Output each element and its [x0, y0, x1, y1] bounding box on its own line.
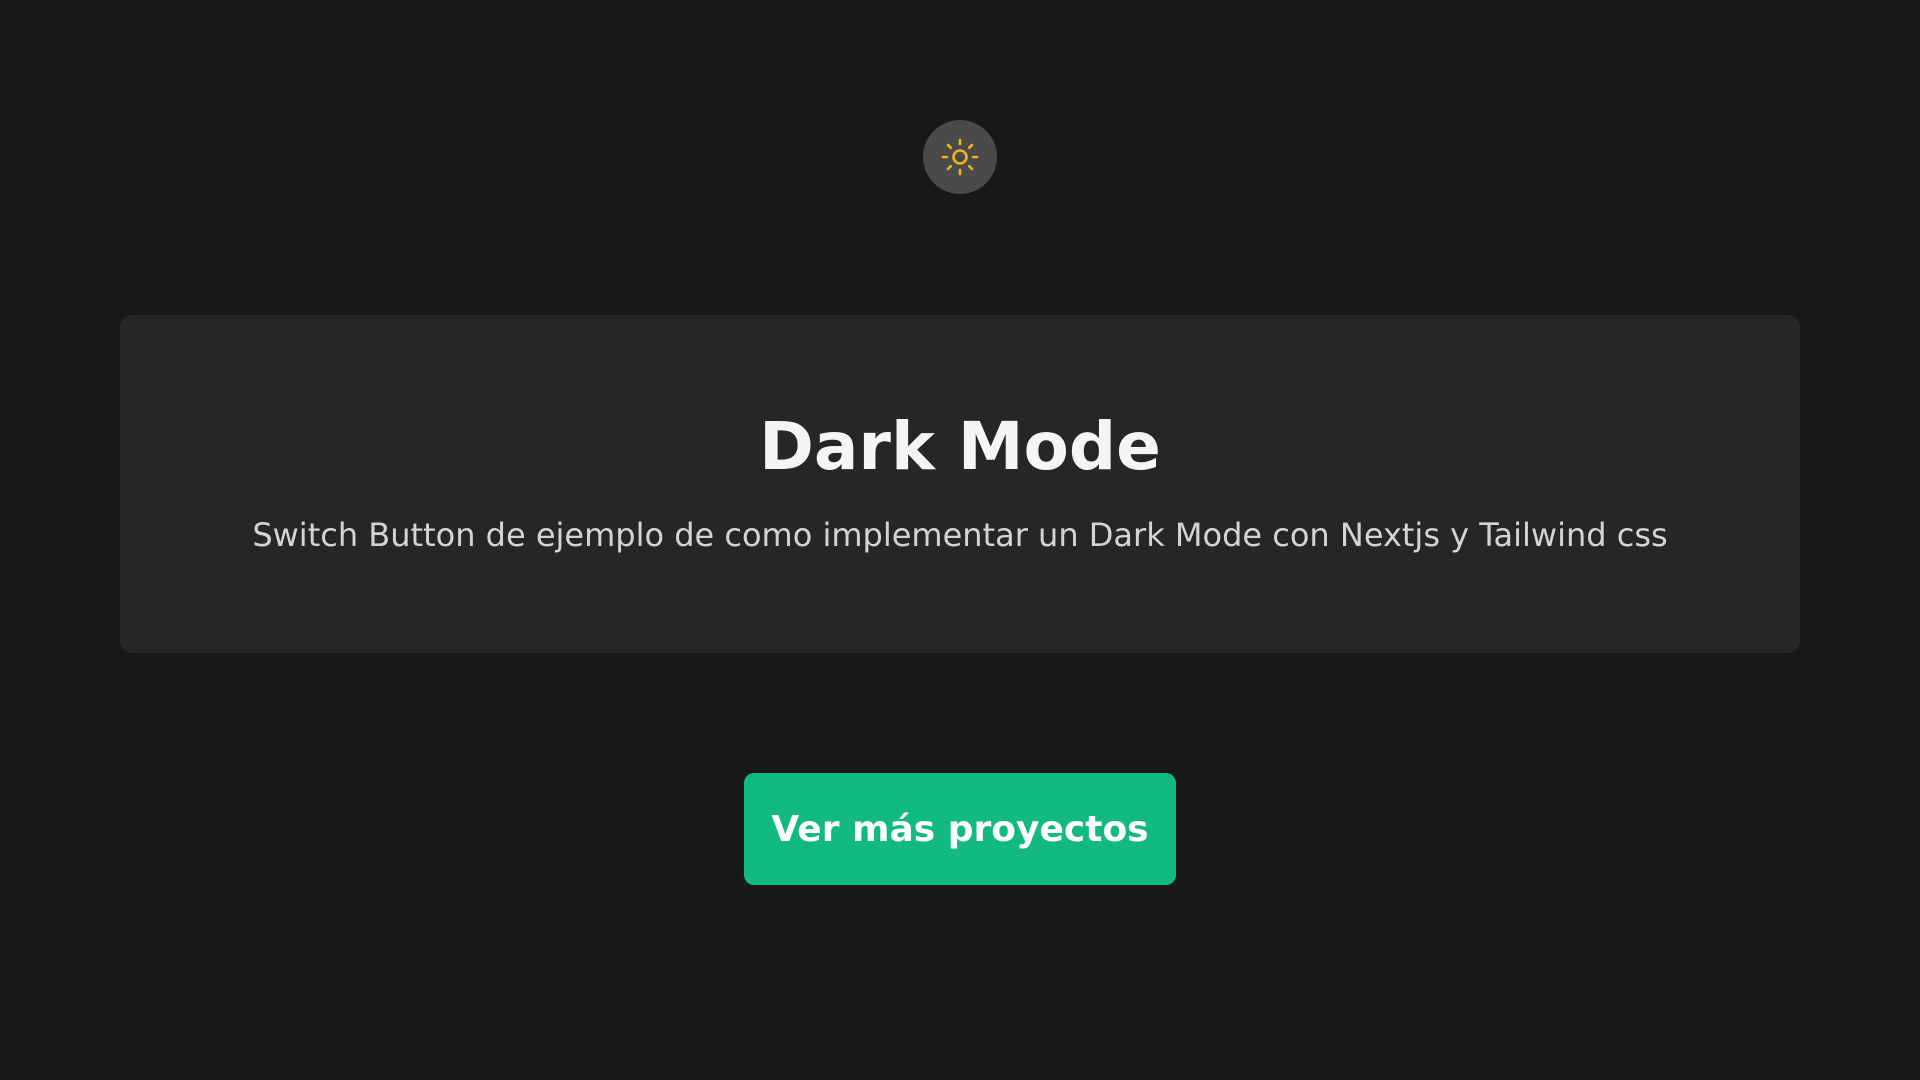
more-projects-button[interactable]: Ver más proyectos	[744, 773, 1176, 885]
theme-toggle-button[interactable]	[923, 120, 997, 194]
info-card: Dark Mode Switch Button de ejemplo de co…	[120, 315, 1800, 653]
card-description: Switch Button de ejemplo de como impleme…	[252, 516, 1668, 554]
card-title: Dark Mode	[759, 408, 1161, 485]
sun-icon	[941, 138, 979, 176]
page: Dark Mode Switch Button de ejemplo de co…	[0, 0, 1920, 1080]
